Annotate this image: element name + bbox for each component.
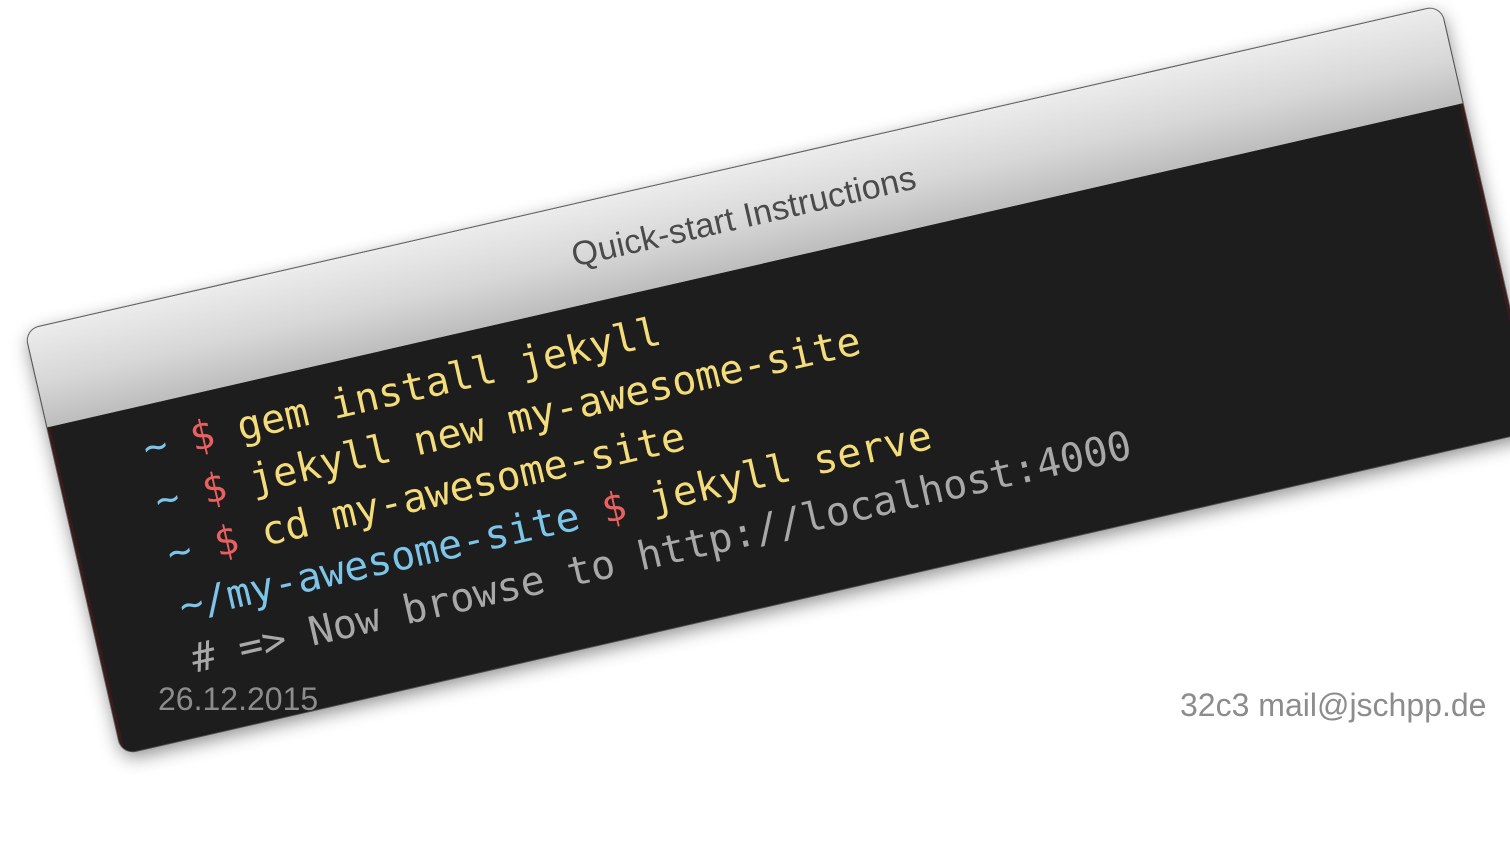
slide-canvas: Quick-start Instructions ~ $ gem install… — [0, 0, 1510, 845]
footer-author: 32c3 mail@jschpp.de — [1180, 687, 1487, 723]
footer-date: 26.12.2015 — [158, 681, 319, 717]
prompt-path: ~ — [150, 474, 185, 525]
prompt-symbol: $ — [209, 516, 244, 567]
prompt-path: ~ — [138, 421, 173, 472]
prompt-symbol: $ — [597, 482, 632, 534]
prompt-symbol: $ — [197, 463, 232, 514]
prompt-symbol: $ — [185, 410, 220, 462]
prompt-path: ~ — [162, 526, 197, 578]
terminal-window: Quick-start Instructions ~ $ gem install… — [25, 5, 1510, 755]
